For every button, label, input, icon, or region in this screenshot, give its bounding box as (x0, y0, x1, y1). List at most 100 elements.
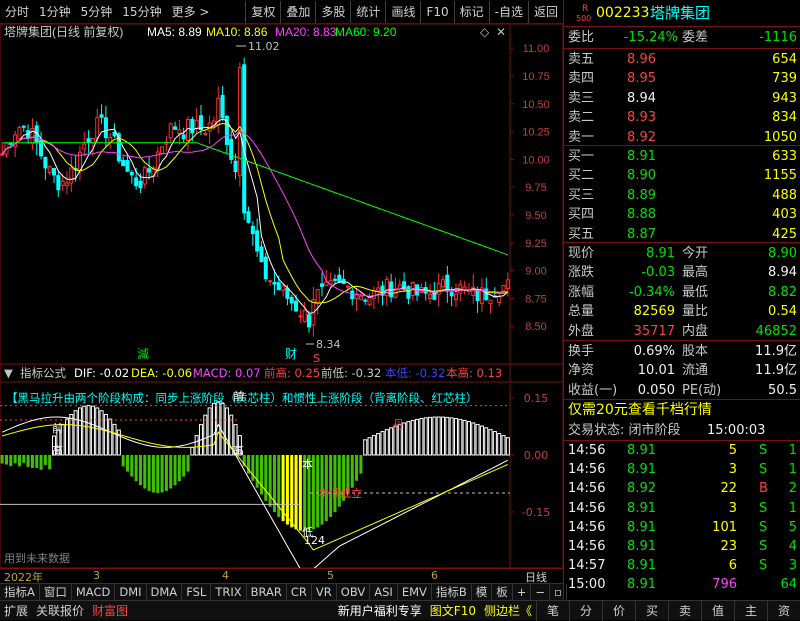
indicator-tab-4[interactable]: DMA (147, 583, 183, 601)
indicator-tab-12[interactable]: EMV (398, 583, 432, 601)
bottom-tab-10[interactable]: 卖 (668, 600, 701, 621)
kline-chart[interactable]: 11.00 10.75 10.50 10.25 10.00 9.75 9.50 9.25 9.0… (0, 23, 564, 365)
bottom-tab-4[interactable]: 图文F10 (426, 601, 480, 621)
mark-ben: 本 (302, 457, 313, 471)
histogram-bar (259, 455, 263, 495)
mark-cai: 财 (285, 347, 297, 361)
stat-label: 流通 (682, 363, 709, 379)
histogram-bar (43, 455, 47, 465)
histogram-bar (224, 407, 229, 456)
bottom-tab-6[interactable]: 笔 (536, 600, 569, 621)
candle-body (315, 288, 320, 304)
bottom-tab-2[interactable]: 财富图 (88, 601, 132, 621)
ask-label: 卖五 (568, 52, 595, 67)
diamond-icon[interactable]: ◇ (480, 25, 490, 39)
candle-body (99, 114, 104, 118)
indicator-tab-7[interactable]: BRAR (247, 583, 287, 601)
indicator-name: 指标公式 (20, 366, 66, 380)
toolbar-item-1[interactable]: 1分钟 (34, 1, 76, 23)
toolbar-item-0[interactable]: 分时 (0, 1, 34, 23)
candle-body (319, 283, 325, 287)
bottom-tab-5[interactable]: 侧边栏《 (480, 601, 536, 621)
bottom-tab-3[interactable]: 新用户福利专享 (334, 601, 426, 621)
histogram-bar (255, 455, 259, 488)
histogram-bar (290, 455, 294, 528)
candle-body (21, 125, 26, 128)
top-toolbar: 分时 1分钟 5分钟 15分钟 更多 > 复权 叠加 多股 统计 画线 F10 标记 -自选 返回 (0, 0, 563, 24)
promo-row[interactable]: 仅需20元查看千档行情 (564, 400, 800, 420)
indicator-tab-0[interactable]: 指标A (0, 583, 40, 601)
indicator-tab-3[interactable]: DMI (115, 583, 147, 601)
histogram-bar (143, 455, 147, 489)
stat-label: 总量 (568, 304, 595, 320)
indicator-tab-1[interactable]: 窗口 (40, 583, 72, 601)
toolbar-item-13[interactable]: 返回 (527, 0, 563, 23)
stat-label: 股本 (682, 344, 709, 359)
indicator-tab-11[interactable]: ASI (370, 583, 398, 601)
histogram-bar (471, 422, 476, 456)
chart-title: 塔牌集团(日线 前复权) (4, 24, 123, 39)
toolbar-item-3[interactable]: 15分钟 (117, 1, 166, 23)
toolbar-item-4[interactable]: 更多 > (167, 1, 215, 23)
collapse-icon[interactable]: ▼ (4, 366, 13, 380)
bottom-tab-11[interactable]: 值 (701, 600, 734, 621)
tick-price: 8.91 (627, 577, 656, 593)
bottom-tab-9[interactable]: 买 (635, 600, 668, 621)
indicator-tab-10[interactable]: OBV (337, 583, 371, 601)
bottom-tab-12[interactable]: 主 (734, 600, 767, 621)
indicator-tab-17[interactable]: − (531, 583, 551, 601)
candle-body (47, 165, 52, 174)
stat-label: 最高 (682, 265, 709, 281)
histogram-bar (169, 455, 173, 489)
price-tick-label: 9.25 (525, 238, 546, 250)
candle-body (259, 246, 264, 263)
close-icon[interactable]: ✕ (496, 25, 506, 39)
bid-label: 买二 (568, 168, 595, 184)
indicator-chart[interactable]: 0.15 0.00 -0.15 ▼ 指标公式 DIF: -0.02 DEA: -0.06 MA… (0, 363, 564, 608)
toolbar-item-12[interactable]: -自选 (488, 0, 528, 23)
stat-label: 涨幅 (568, 284, 595, 300)
toolbar-item-7[interactable]: 多股 (315, 0, 350, 23)
candle-body (285, 287, 290, 299)
toolbar-item-6[interactable]: 叠加 (280, 0, 315, 23)
candle-body (95, 117, 100, 139)
bottom-tab-7[interactable]: 分 (569, 600, 602, 621)
candle-body (345, 285, 350, 288)
toolbar-item-9[interactable]: 画线 (385, 0, 420, 23)
bottom-tab-13[interactable]: 资 (767, 600, 800, 621)
indicator-tab-16[interactable]: + (513, 583, 532, 601)
toolbar-item-5[interactable]: 复权 (245, 0, 280, 23)
toolbar-item-10[interactable]: F10 (420, 0, 453, 23)
toolbar-item-11[interactable]: 标记 (453, 0, 489, 23)
indicator-tab-15[interactable]: 板 (492, 583, 513, 601)
toolbar-item-8[interactable]: 统计 (350, 0, 385, 23)
stat-value: 8.90 (768, 246, 797, 261)
histogram-bar (4, 455, 8, 465)
indicator-tab-9[interactable]: VR (312, 583, 337, 601)
histogram-bar (151, 455, 155, 493)
prev-high-label: 前高: 0.25 (264, 366, 320, 380)
stat-value: 82569 (633, 304, 675, 320)
indicator-tab-13[interactable]: 指标B (432, 583, 472, 601)
bottom-tab-1[interactable]: 关联报价 (32, 601, 88, 621)
indicator-tab-14[interactable]: 模 (472, 583, 493, 601)
promo-text[interactable]: 仅需20元查看千档行情 (568, 400, 712, 420)
indicator-tab-5[interactable]: FSL (182, 583, 212, 601)
candle-body (64, 182, 70, 186)
mark-s: S (313, 352, 320, 364)
candle-body (281, 285, 286, 291)
histogram-bar (428, 416, 433, 456)
indicator-tab-2[interactable]: MACD (72, 583, 116, 601)
histogram (0, 401, 510, 531)
bottom-tab-8[interactable]: 价 (602, 600, 635, 621)
bottom-tab-0[interactable]: 扩展 (0, 601, 32, 621)
toolbar-item-2[interactable]: 5分钟 (76, 1, 118, 23)
indicator-tab-8[interactable]: CR (287, 583, 312, 601)
price-tick-label: 10.25 (522, 127, 550, 139)
histogram-bar (73, 410, 78, 456)
candle-body (233, 160, 238, 173)
price-tick-label: 8.75 (525, 293, 546, 305)
tick-time: 15:00 (568, 577, 606, 593)
indicator-tab-6[interactable]: TRIX (211, 583, 247, 601)
candle-body (160, 146, 165, 155)
